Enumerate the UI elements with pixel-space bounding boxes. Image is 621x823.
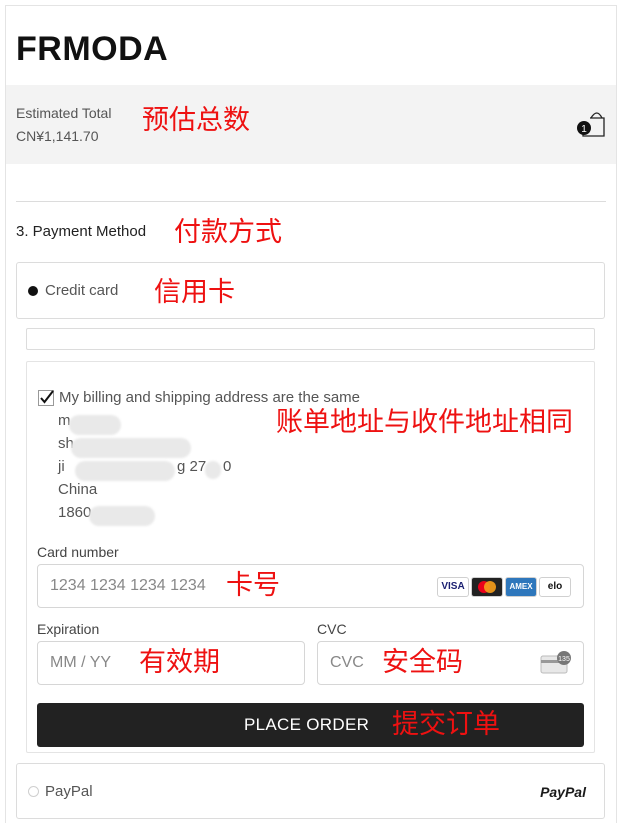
checkmark-icon: [38, 390, 54, 406]
expiration-input[interactable]: MM / YY 有效期: [37, 641, 305, 685]
order-summary-bar[interactable]: Estimated Total CN¥1,141.70 预估总数 1: [6, 85, 616, 164]
address-line-3: ji: [58, 458, 65, 475]
credit-card-radio[interactable]: [28, 286, 38, 296]
amex-icon: AMEX: [505, 577, 537, 597]
address-line-3-partial: g 27: [177, 458, 207, 475]
cvc-card-icon: 135: [540, 651, 572, 675]
elo-icon: elo: [539, 577, 571, 597]
annotation-expiration: 有效期: [139, 647, 220, 678]
annotation-cvc: 安全码: [382, 647, 463, 678]
card-number-label: Card number: [37, 544, 119, 560]
estimated-total-label: Estimated Total: [16, 105, 112, 121]
expiration-label: Expiration: [37, 621, 100, 637]
paypal-option[interactable]: PayPal PayPal: [16, 763, 605, 819]
estimated-total-value: CN¥1,141.70: [16, 128, 99, 144]
annotation-credit-card: 信用卡: [154, 277, 235, 308]
cvc-placeholder: CVC: [330, 654, 364, 671]
checkout-frame: FRMODA Estimated Total CN¥1,141.70 预估总数 …: [5, 5, 617, 823]
annotation-place-order: 提交订单: [392, 709, 500, 740]
mastercard-icon: [471, 577, 503, 597]
cvc-label: CVC: [317, 621, 347, 637]
card-number-input[interactable]: 1234 1234 1234 1234 卡号 VISA AMEX elo: [37, 564, 584, 608]
cvc-input[interactable]: CVC 安全码 135: [317, 641, 584, 685]
payment-method-title: 3. Payment Method: [16, 223, 147, 240]
brand-logo[interactable]: FRMODA: [16, 30, 168, 69]
same-address-checkbox[interactable]: [38, 390, 54, 406]
expiration-placeholder: MM / YY: [50, 654, 112, 671]
redaction-blur: [69, 415, 121, 435]
address-line-3-end: 0: [223, 458, 232, 475]
redaction-blur: [75, 461, 175, 481]
paypal-radio[interactable]: [28, 786, 39, 797]
cart-count: 1: [581, 124, 587, 135]
place-order-button[interactable]: PLACE ORDER 提交订单: [37, 703, 584, 747]
credit-card-option[interactable]: Credit card 信用卡: [16, 262, 605, 319]
annotation-estimated-total: 预估总数: [142, 105, 250, 136]
paypal-label: PayPal: [45, 783, 93, 800]
same-address-label[interactable]: My billing and shipping address are the …: [59, 389, 360, 406]
redaction-blur: [205, 461, 221, 479]
card-element-container: [26, 328, 595, 350]
shopping-bag-icon[interactable]: 1: [575, 109, 609, 139]
annotation-payment-method: 付款方式: [174, 217, 282, 248]
address-country: China: [58, 481, 98, 498]
section-divider: [16, 201, 606, 202]
paypal-logo: PayPal: [540, 784, 586, 800]
redaction-blur: [71, 438, 191, 458]
card-details-panel: My billing and shipping address are the …: [26, 361, 595, 753]
credit-card-label: Credit card: [45, 282, 119, 299]
annotation-same-address: 账单地址与收件地址相同: [276, 407, 573, 438]
card-number-placeholder: 1234 1234 1234 1234: [50, 577, 206, 594]
address-phone: 1860: [58, 504, 92, 521]
cvc-icon-text: 135: [558, 656, 570, 663]
annotation-card-number: 卡号: [226, 570, 280, 601]
visa-icon: VISA: [437, 577, 469, 597]
redaction-blur: [89, 506, 155, 526]
place-order-label: PLACE ORDER: [244, 715, 370, 734]
